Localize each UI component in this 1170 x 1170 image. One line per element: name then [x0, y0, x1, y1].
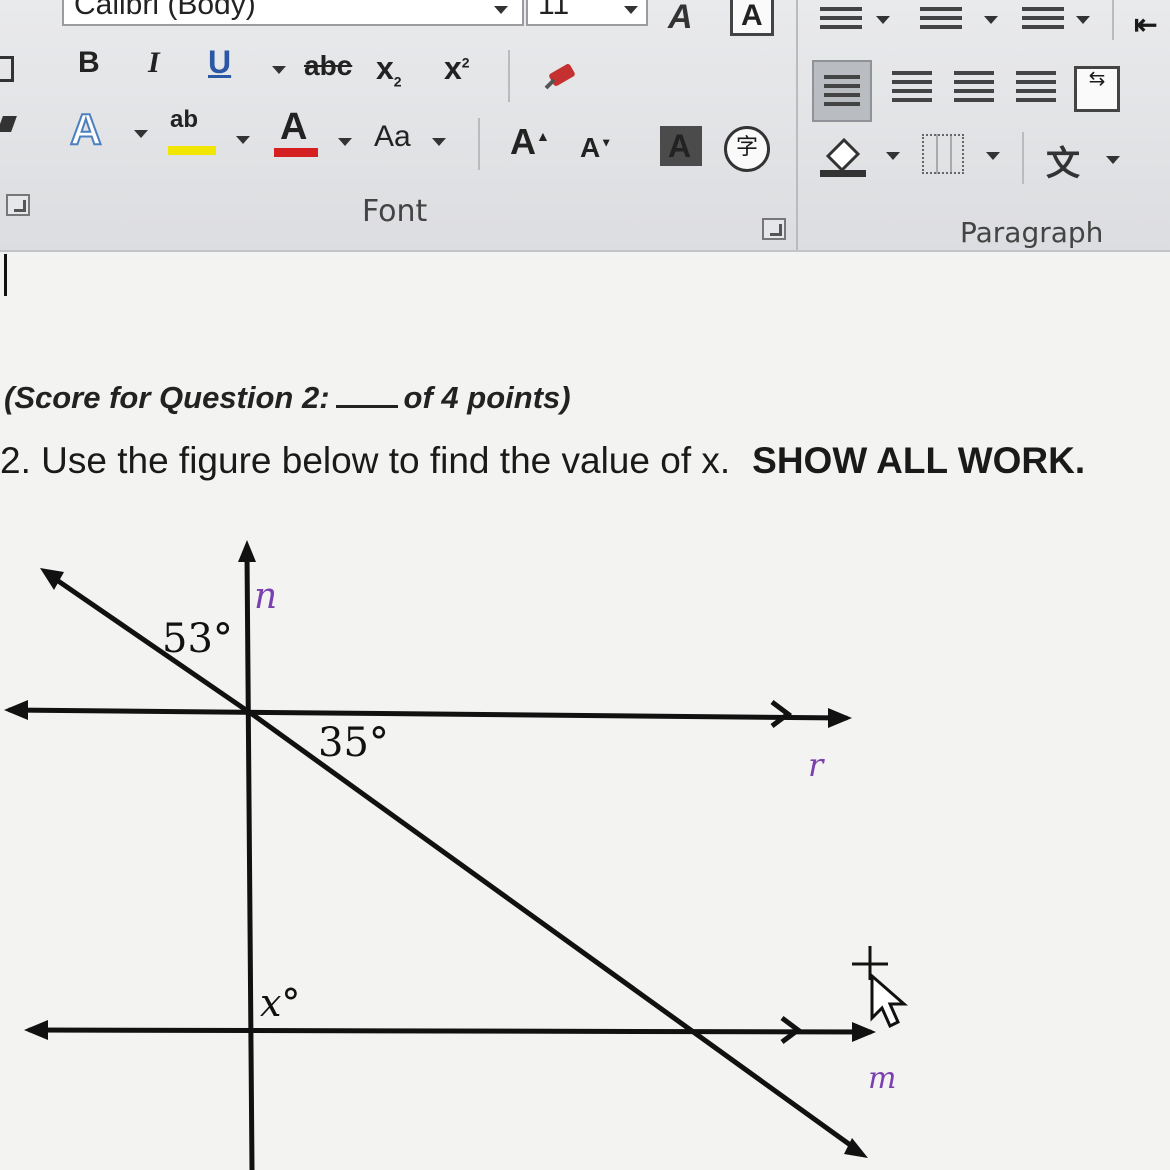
distributed-icon[interactable]: ⇆ — [1074, 66, 1120, 112]
underline-label: U — [208, 44, 232, 80]
clipboard-dialog-launcher-icon[interactable] — [6, 194, 30, 216]
grow-font-button[interactable]: A▲ — [510, 124, 550, 160]
bold-button[interactable]: B — [78, 48, 100, 78]
character-shading-button[interactable]: A — [660, 126, 702, 166]
font-group-label: Font — [362, 194, 428, 229]
font-size-value: 11 — [538, 0, 570, 21]
highlight-label: ab — [170, 106, 199, 133]
label-n: n — [254, 576, 277, 617]
bullets-icon[interactable] — [820, 2, 862, 34]
numbering-dropdown-icon[interactable] — [984, 16, 998, 24]
change-case-label: Aa — [374, 120, 411, 153]
text-effects-dropdown-icon[interactable] — [134, 130, 148, 138]
paragraph-group-label: Paragraph — [960, 216, 1104, 249]
label-m: m — [868, 1061, 896, 1096]
text-effects-label: A — [69, 105, 103, 154]
ribbon-separator — [508, 50, 510, 102]
shrink-font-label: A — [580, 132, 601, 163]
font-dialog-launcher-icon[interactable] — [762, 218, 786, 240]
shrink-font-button[interactable]: A▼ — [580, 134, 612, 162]
geometry-figure: n r m 53° 35° x° — [4, 540, 908, 1170]
borders-icon[interactable] — [922, 134, 964, 174]
font-color-bar — [274, 148, 318, 157]
ribbon-separator — [478, 118, 480, 170]
highlight-dropdown-icon[interactable] — [236, 136, 250, 144]
arrow-n-top-icon — [238, 540, 256, 562]
bold-label: B — [78, 46, 100, 79]
group-separator — [796, 0, 798, 250]
italic-button[interactable]: I — [148, 48, 160, 78]
sort-dropdown-icon[interactable] — [1106, 156, 1120, 164]
multilevel-list-dropdown-icon[interactable] — [1076, 16, 1090, 24]
shading-icon[interactable] — [818, 132, 868, 178]
subscript-label: x — [376, 50, 394, 86]
font-name-value: Calibri (Body) — [74, 0, 256, 21]
ribbon-separator — [1022, 132, 1024, 184]
align-center-icon[interactable] — [892, 66, 932, 107]
font-color-button[interactable]: A — [272, 108, 322, 160]
character-shading-label: A — [668, 128, 692, 164]
ribbon-home-tab: Calibri (Body) 11 A A B I U abc x2 x2 A … — [0, 0, 1170, 252]
line-n — [244, 551, 255, 1170]
superscript-label: x — [444, 50, 462, 86]
superscript-button[interactable]: x2 — [444, 52, 470, 84]
angle-x-label: x° — [260, 981, 300, 1025]
clear-formatting-icon[interactable]: A — [668, 0, 693, 34]
strikethrough-button[interactable]: abc — [304, 52, 352, 80]
underline-button[interactable]: U — [208, 46, 231, 78]
justify-icon[interactable] — [1016, 66, 1056, 107]
document-page[interactable]: (Score for Question 2: of 4 points) 2. Us… — [0, 254, 1170, 1170]
left-edge-icon — [0, 56, 14, 82]
text-box-icon[interactable]: A — [730, 0, 774, 36]
arrow-r-right-icon — [828, 708, 852, 728]
shading-dropdown-icon[interactable] — [886, 152, 900, 160]
font-name-box[interactable]: Calibri (Body) — [62, 0, 524, 26]
font-color-label: A — [280, 106, 308, 148]
font-size-dropdown-icon[interactable] — [624, 6, 638, 14]
enclose-characters-button[interactable]: 字 — [724, 126, 770, 172]
enclose-characters-label: 字 — [735, 135, 758, 160]
sort-icon[interactable]: 文 — [1046, 136, 1102, 183]
subscript-button[interactable]: x2 — [376, 52, 402, 88]
arrow-transversal-top-icon — [40, 568, 64, 590]
change-case-button[interactable]: Aa — [374, 122, 411, 152]
angle-53-label: 53° — [162, 616, 233, 662]
parallel-mark-r-icon — [770, 700, 793, 728]
align-left-button[interactable] — [812, 60, 872, 122]
bullets-dropdown-icon[interactable] — [876, 16, 890, 24]
angle-35-label: 35° — [318, 720, 389, 766]
left-edge-brush-icon — [0, 116, 17, 132]
label-r: r — [808, 746, 825, 784]
font-color-dropdown-icon[interactable] — [338, 138, 352, 146]
text-effects-button[interactable]: A — [69, 105, 103, 154]
line-m — [27, 1027, 873, 1035]
strikethrough-label: abc — [304, 50, 353, 81]
highlight-color-bar — [168, 146, 216, 155]
align-right-icon[interactable] — [954, 66, 994, 107]
underline-dropdown-icon[interactable] — [272, 66, 286, 74]
mouse-pointer-icon — [852, 946, 908, 1029]
format-painter-icon[interactable] — [540, 54, 580, 94]
line-r — [7, 707, 849, 721]
ribbon-separator — [1112, 0, 1114, 40]
arrow-r-left-icon — [4, 700, 28, 720]
multilevel-list-icon[interactable] — [1022, 2, 1064, 34]
grow-font-label: A — [510, 121, 536, 162]
transversal-lower — [249, 711, 863, 1155]
font-name-dropdown-icon[interactable] — [494, 6, 508, 14]
decrease-indent-icon[interactable]: ⇤ — [1134, 8, 1170, 44]
arrow-m-left-icon — [24, 1020, 48, 1040]
change-case-dropdown-icon[interactable] — [432, 138, 446, 146]
numbering-icon[interactable] — [920, 2, 962, 34]
arrow-m-right-icon — [852, 1022, 876, 1042]
borders-dropdown-icon[interactable] — [986, 152, 1000, 160]
highlight-button[interactable]: ab — [166, 104, 222, 160]
italic-label: I — [148, 46, 160, 79]
